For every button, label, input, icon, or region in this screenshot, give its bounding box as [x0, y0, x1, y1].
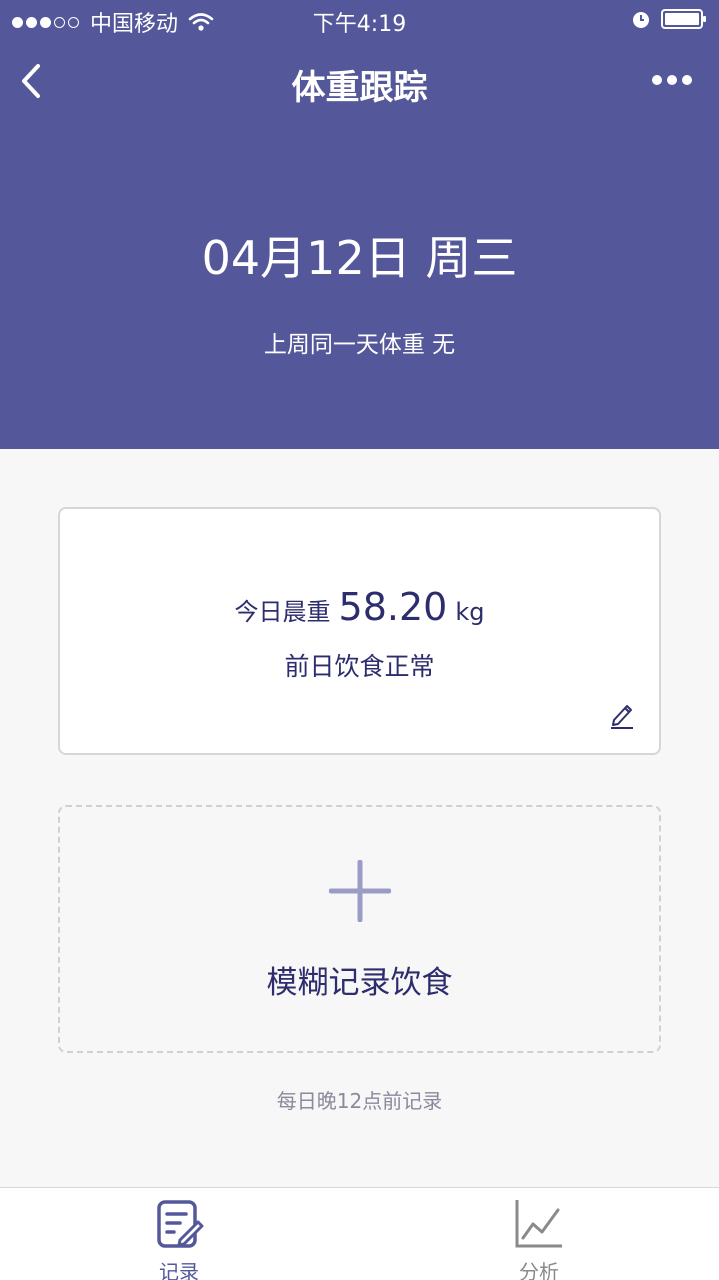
date-display: 04月12日 周三: [201, 231, 518, 285]
weight-label: 今日晨重: [234, 598, 331, 626]
tab-analysis-label: 分析: [519, 1260, 559, 1280]
plus-icon: [329, 860, 391, 922]
weight-card[interactable]: 今日晨重 58.20 kg 前日饮食正常: [58, 507, 661, 755]
tab-record-label: 记录: [159, 1260, 199, 1280]
diet-status: 前日饮食正常: [284, 652, 435, 681]
weight-line: 今日晨重 58.20 kg: [60, 585, 659, 629]
weight-unit: kg: [455, 598, 485, 626]
record-hint: 每日晚12点前记录: [276, 1089, 443, 1113]
more-icon[interactable]: [651, 74, 693, 86]
status-bar: 中国移动 下午4:19: [0, 0, 719, 40]
status-right: [631, 8, 707, 30]
last-week-weight: 上周同一天体重 无: [263, 332, 456, 358]
page-title: 体重跟踪: [291, 68, 428, 108]
nav-bar: 体重跟踪: [0, 50, 719, 110]
tab-bar: 记录 分析: [0, 1187, 719, 1280]
status-time: 下午4:19: [312, 12, 407, 37]
tab-analysis[interactable]: 分析: [439, 1188, 639, 1280]
add-diet-label: 模糊记录饮食: [266, 965, 453, 1001]
record-icon: [157, 1200, 204, 1248]
edit-icon[interactable]: [609, 701, 635, 729]
chart-icon: [515, 1200, 562, 1248]
add-diet-record-button[interactable]: 模糊记录饮食: [58, 805, 661, 1053]
alarm-icon: [633, 12, 649, 28]
weight-value: 58.20: [338, 585, 448, 629]
header: 中国移动 下午4:19 体重跟踪 04月12日 周三 上周同一天体重 无: [0, 0, 719, 449]
tab-record[interactable]: 记录: [79, 1188, 279, 1280]
battery-icon: [661, 9, 706, 29]
